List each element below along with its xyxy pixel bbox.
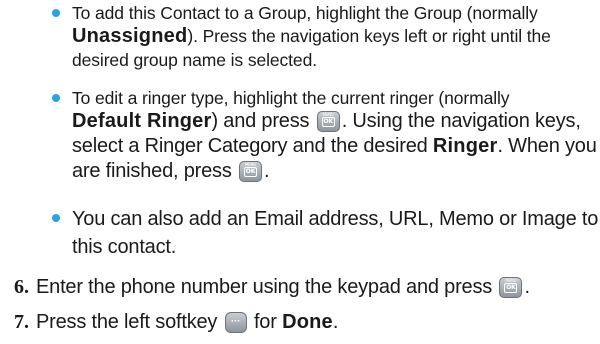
step-text-fragment: . [524,276,530,298]
bullet-text-line: You can also add an Email address, URL, … [72,208,599,230]
bullet-text-fragment: select a Ringer Category and the desired [72,135,433,157]
step-text: Press the left softkey ··· for Done. [36,309,338,335]
bullet-text-line: desired group name is selected. [72,50,317,70]
bullet-text-line: Unassigned). Press the navigation keys l… [72,23,551,49]
step-text-fragment: Enter the phone number using the keypad … [36,276,498,298]
menu-ok-key-icon: MENU OK [316,111,340,132]
menu-ok-key-icon: MENU OK [499,277,523,298]
bold-term: Unassigned [72,25,188,47]
bullet-text-fragment: . [263,160,270,182]
bullet-text-line: To edit a ringer type, highlight the cur… [72,88,510,108]
bold-term: Default Ringer [72,110,212,132]
step-text-fragment: for [248,311,283,333]
bullet-dot [52,94,60,102]
bullet-dot [52,9,60,17]
step-6: 6. Enter the phone number using the keyp… [14,274,594,300]
bullet-text-line: To add this Contact to a Group, highligh… [72,3,538,23]
left-softkey-icon: ··· [224,312,247,333]
bullet-text-line: select a Ringer Category and the desired… [72,133,597,159]
bullet-text-fragment: ). Press the navigation keys left or rig… [187,26,551,46]
menu-ok-key-icon: MENU OK [238,161,262,182]
bullet-text-fragment: are finished, press [72,160,237,182]
bullet-text-fragment: ) and press [211,110,315,132]
manual-page: To add this Contact to a Group, highligh… [0,0,600,344]
bold-term: Done [282,311,333,333]
bullet-text-line: are finished, press MENU OK. [72,158,270,184]
bullet-text-line: Default Ringer) and press MENU OK. Using … [72,108,581,134]
bold-term: Ringer [432,135,498,157]
step-7: 7. Press the left softkey ··· for Done. [14,309,594,335]
bullet-text-line: this contact. [72,236,177,258]
step-text: Enter the phone number using the keypad … [36,274,530,300]
bullet-dot [52,214,60,222]
step-number: 6. [14,276,29,298]
step-text-fragment: . [332,311,339,333]
bullet-text-fragment: . Using the navigation keys, [341,110,581,132]
step-text-fragment: Press the left softkey [36,311,223,333]
step-number: 7. [14,311,29,333]
bullet-text-fragment: . When you [497,135,597,157]
